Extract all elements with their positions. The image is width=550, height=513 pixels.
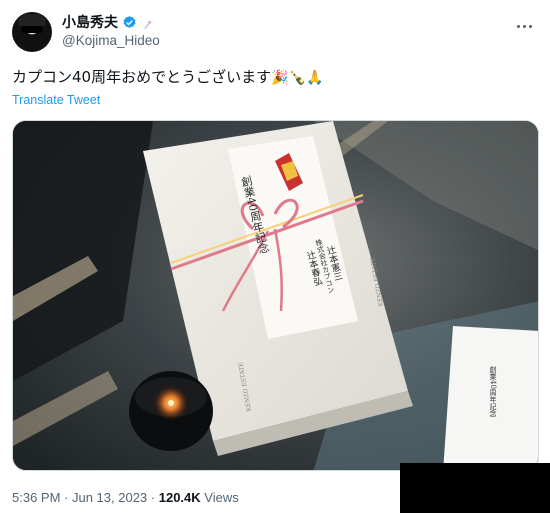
tweet-photo[interactable]: 創業40周年記念 株式会社カプコン 辻本憲三 辻本春弘 KENZO ESTATE… [12, 120, 539, 471]
tweet-emojis: 🎉🍾🙏 [271, 70, 324, 86]
display-name[interactable]: 小島秀夫 [62, 12, 118, 32]
tweet-meta: 5:36 PM · Jun 13, 2023 · 120.4K Views [12, 490, 239, 505]
separator: · [60, 490, 72, 505]
avatar[interactable] [12, 12, 52, 52]
user-handle[interactable]: @Kojima_Hideo [62, 33, 160, 48]
more-options-icon[interactable] [514, 16, 534, 36]
views-count: 120.4K [158, 490, 201, 505]
photo-illustration: 創業40周年記念 株式会社カプコン 辻本憲三 辻本春弘 KENZO ESTATE… [13, 121, 538, 470]
tweet-text: カプコン40周年おめでとうございます🎉🍾🙏 [12, 66, 323, 87]
verified-badge-icon [123, 15, 136, 28]
separator: · [147, 490, 159, 505]
tweet-body: カプコン40周年おめでとうございます [12, 68, 272, 86]
tweet-date[interactable]: Jun 13, 2023 [72, 490, 147, 505]
tweet-header: 小島秀夫 @Kojima_Hideo [12, 10, 538, 54]
tweet-time[interactable]: 5:36 PM [12, 490, 60, 505]
name-row: 小島秀夫 [62, 12, 154, 32]
card-text: 創業40周年記念 [489, 365, 497, 417]
views-label: Views [200, 490, 239, 505]
rocket-badge-icon [141, 16, 154, 29]
translate-tweet-link[interactable]: Translate Tweet [12, 93, 100, 107]
black-overlay [400, 463, 550, 513]
